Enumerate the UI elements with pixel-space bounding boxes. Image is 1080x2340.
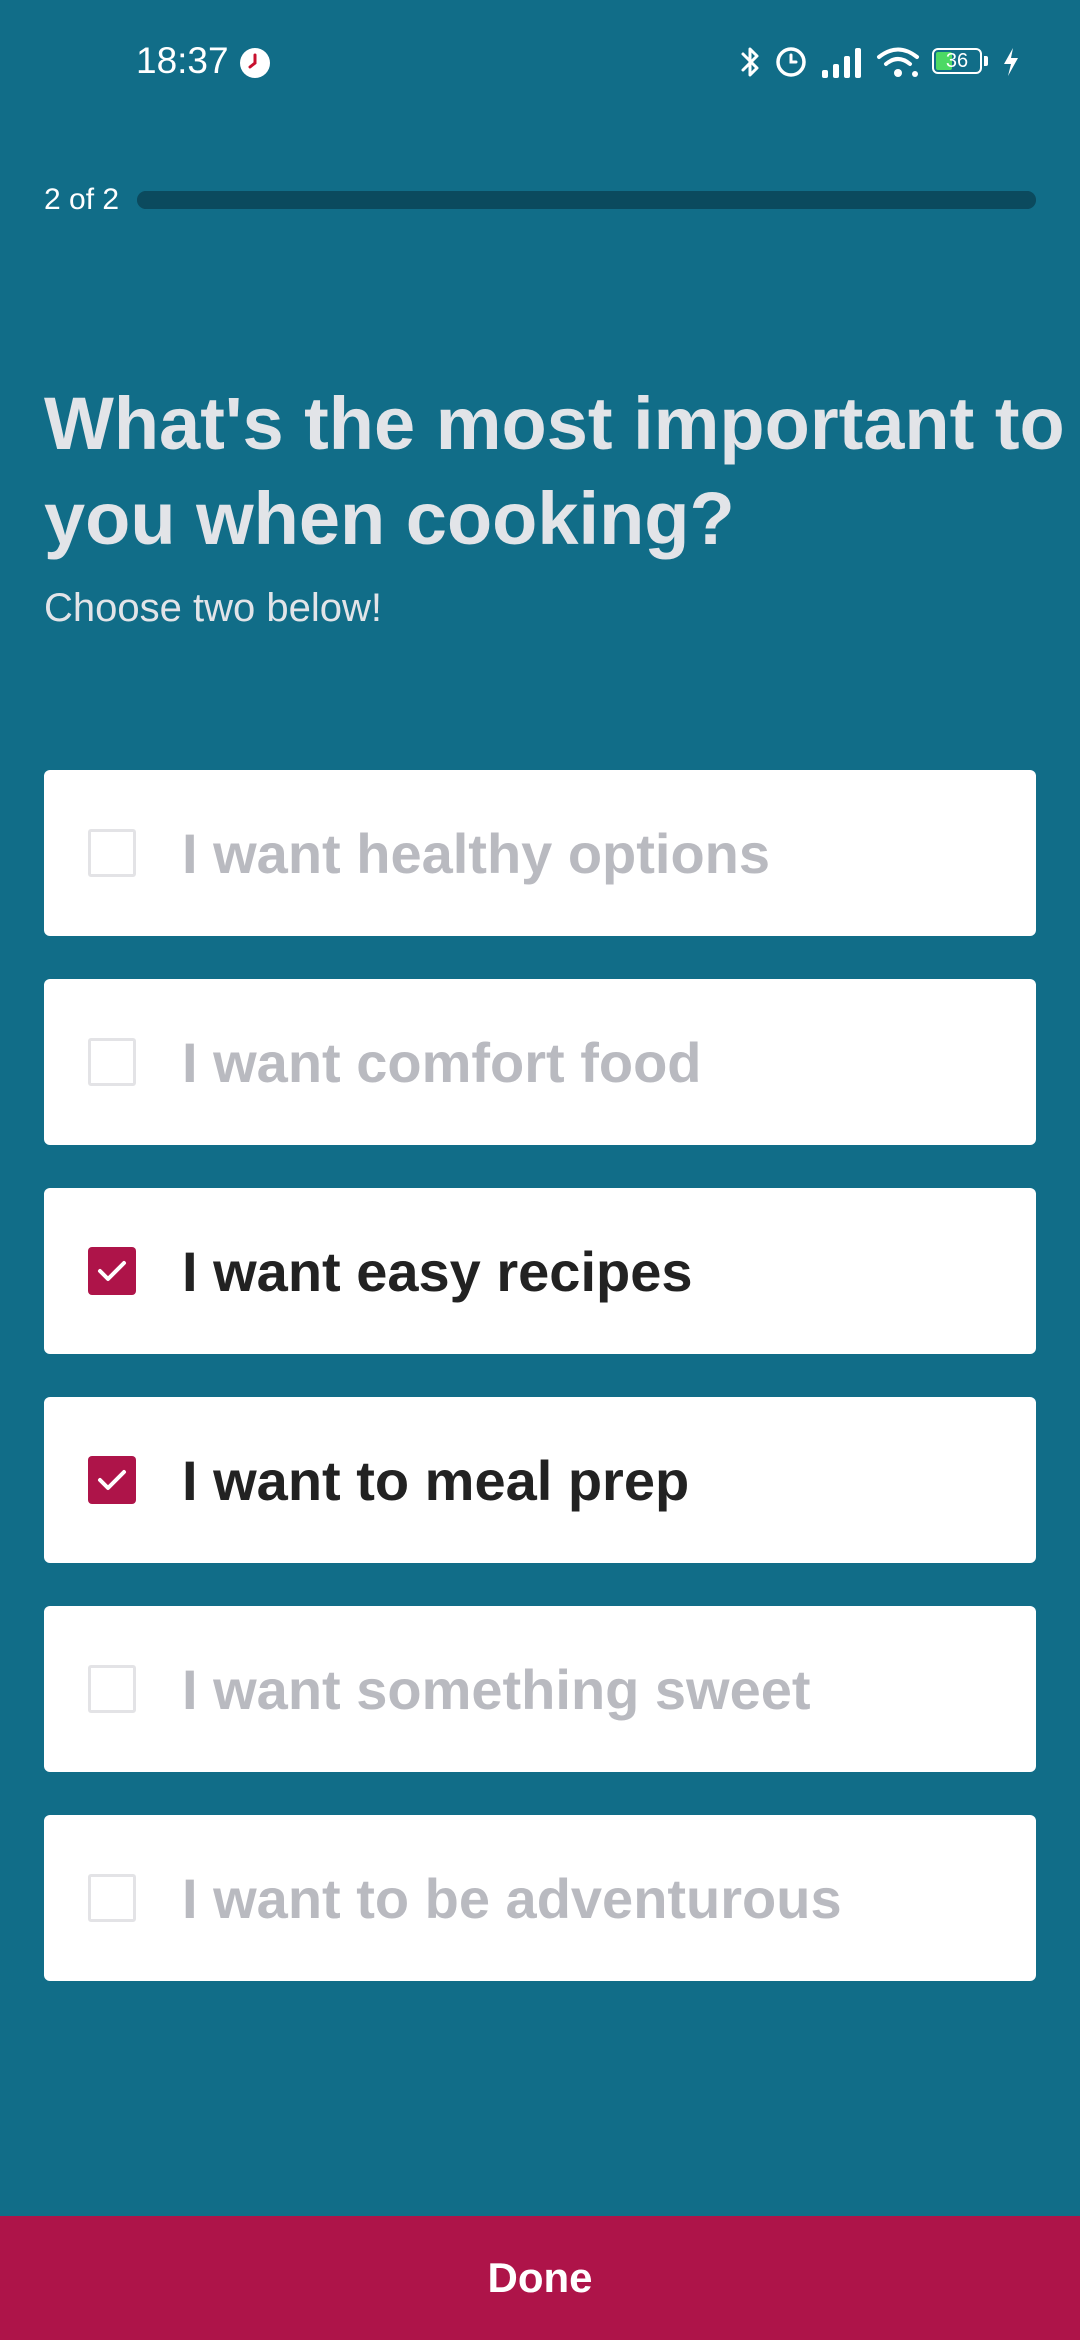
- question-line-2: you when cooking?: [44, 477, 735, 560]
- status-bar: 18:37 36: [0, 0, 1080, 124]
- option-be-adventurous[interactable]: I want to be adventurous: [44, 1815, 1036, 1981]
- checkbox[interactable]: [88, 1038, 136, 1086]
- checkbox[interactable]: [88, 1665, 136, 1713]
- status-icons: 36: [738, 42, 1020, 82]
- app-notification-icon: [239, 47, 271, 79]
- progress-bar-fill: [137, 191, 1036, 209]
- alarm-icon: [774, 45, 808, 79]
- option-something-sweet[interactable]: I want something sweet: [44, 1606, 1036, 1772]
- option-label: I want to be adventurous: [182, 1866, 842, 1930]
- option-comfort-food[interactable]: I want comfort food: [44, 979, 1036, 1145]
- charging-icon: [1002, 47, 1020, 77]
- option-list: I want healthy options I want comfort fo…: [44, 770, 1036, 2024]
- option-meal-prep[interactable]: I want to meal prep: [44, 1397, 1036, 1563]
- checkbox[interactable]: [88, 1456, 136, 1504]
- question-subtitle: Choose two below!: [44, 586, 382, 630]
- checkbox[interactable]: [88, 1247, 136, 1295]
- progress-bar: [137, 191, 1036, 209]
- option-healthy-options[interactable]: I want healthy options: [44, 770, 1036, 936]
- battery-icon: 36: [932, 48, 990, 76]
- checkbox[interactable]: [88, 829, 136, 877]
- battery-level: 36: [945, 50, 969, 72]
- done-button[interactable]: Done: [0, 2216, 1080, 2340]
- status-time: 18:37: [136, 40, 229, 81]
- option-easy-recipes[interactable]: I want easy recipes: [44, 1188, 1036, 1354]
- checkmark-icon: [98, 1261, 126, 1281]
- progress-indicator: 2 of 2: [44, 180, 1036, 220]
- checkbox[interactable]: [88, 1874, 136, 1922]
- progress-label: 2 of 2: [44, 183, 120, 216]
- bluetooth-icon: [738, 44, 762, 80]
- signal-icon: [820, 46, 864, 78]
- option-label: I want to meal prep: [182, 1448, 690, 1512]
- option-label: I want comfort food: [182, 1030, 702, 1094]
- wifi-icon: [876, 45, 920, 79]
- checkmark-icon: [98, 1470, 126, 1490]
- option-label: I want healthy options: [182, 821, 771, 885]
- option-label: I want something sweet: [182, 1657, 811, 1721]
- question-title: What's the most important to you when co…: [44, 376, 1080, 566]
- option-label: I want easy recipes: [182, 1239, 693, 1303]
- question-line-1: What's the most important to: [44, 382, 1065, 465]
